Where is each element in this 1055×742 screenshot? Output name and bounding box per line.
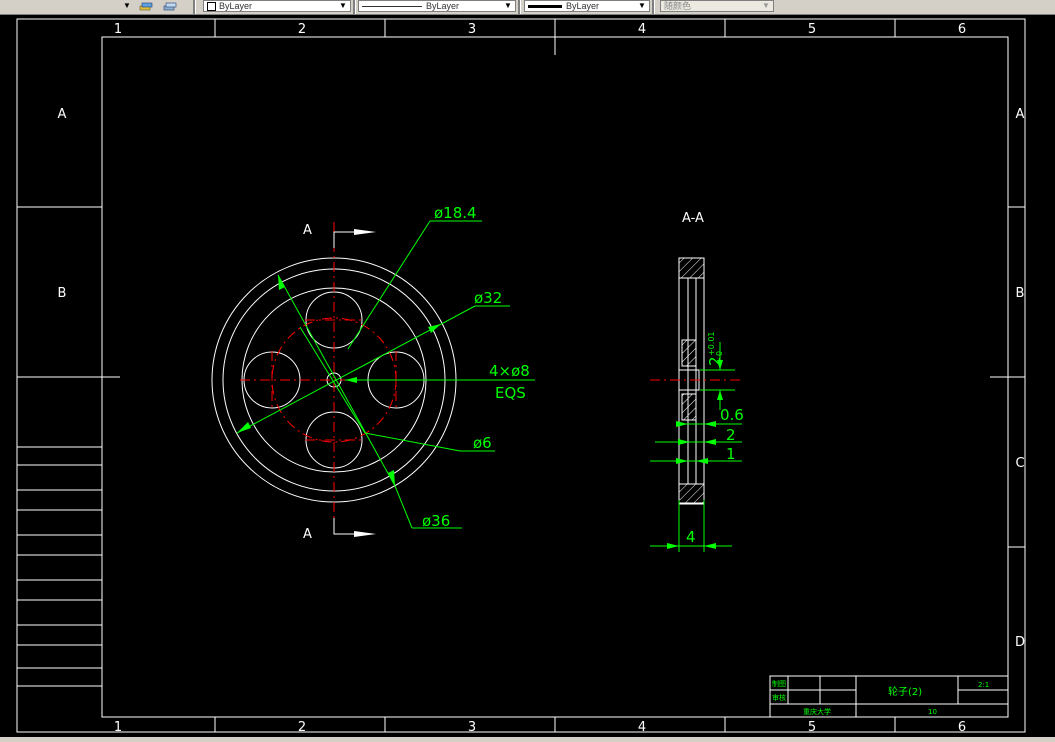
linetype-control-dropdown[interactable]: ByLayer (358, 0, 516, 12)
dim-text-tol-lower: 0 (715, 351, 724, 356)
color-value: ByLayer (219, 1, 253, 11)
col-label-bottom-2: 2 (298, 720, 306, 735)
linetype-preview (362, 6, 422, 8)
dim-text-d18: ø18.4 (434, 204, 477, 222)
status-strip (0, 737, 1055, 742)
toolbar-separator (652, 0, 655, 14)
layer-dropdown-arrow[interactable]: ▼ (121, 0, 133, 12)
section-mark-top: A (303, 223, 312, 238)
lineweight-value: ByLayer (566, 1, 600, 11)
lineweight-dropdown-arrow[interactable]: ▼ (636, 0, 648, 12)
color-swatch (207, 2, 216, 11)
col-label-bottom-6: 6 (958, 720, 966, 735)
layer-states-icon[interactable] (139, 1, 153, 12)
col-label-top-4: 4 (638, 22, 646, 37)
row-label-right-c: C (1015, 456, 1024, 471)
linetype-value: ByLayer (426, 1, 460, 11)
col-label-bottom-5: 5 (808, 720, 816, 735)
row-label-left-a: A (58, 107, 67, 122)
row-label-right-b: B (1016, 286, 1025, 301)
plotstyle-control-dropdown: 随颜色 (660, 0, 774, 12)
section-mark-bottom: A (303, 527, 312, 542)
layer-previous-icon[interactable] (163, 1, 177, 12)
title-label-check: 审核 (772, 693, 786, 702)
row-label-left-b: B (58, 286, 67, 301)
col-label-top-6: 6 (958, 22, 966, 37)
col-label-bottom-4: 4 (638, 720, 646, 735)
col-label-top-2: 2 (298, 22, 306, 37)
title-part-name: 轮子(2) (888, 685, 922, 698)
color-control-dropdown[interactable]: ByLayer (203, 0, 351, 12)
lineweight-control-dropdown[interactable]: ByLayer (524, 0, 650, 12)
dim-text-d6: ø6 (473, 434, 492, 452)
plotstyle-value: 随颜色 (664, 1, 692, 11)
dim-text-d36: ø36 (422, 512, 450, 530)
dim-text-eqs: EQS (495, 384, 526, 402)
dim-text-d32: ø32 (474, 289, 502, 307)
dim-text-1: 1 (726, 445, 736, 463)
toolbar-separator (193, 0, 196, 14)
col-label-top-5: 5 (808, 22, 816, 37)
color-dropdown-arrow[interactable]: ▼ (337, 0, 349, 12)
dim-text-06: 0.6 (720, 406, 744, 424)
linetype-dropdown-arrow[interactable]: ▼ (502, 0, 514, 12)
row-label-right-d: D (1015, 635, 1025, 650)
col-label-bottom-1: 1 (114, 720, 122, 735)
dim-text-2: 2 (726, 426, 736, 444)
title-label-drawn: 制图 (772, 679, 786, 688)
title-quantity: 10 (928, 708, 937, 716)
title-scale: 2:1 (978, 681, 989, 689)
dim-text-holes: 4×ø8 (489, 362, 530, 380)
title-school: 重庆大学 (803, 707, 831, 716)
lineweight-preview (528, 5, 562, 9)
drawing-canvas[interactable]: 1 2 3 4 5 6 1 2 3 4 5 6 A B A B C D ø18.… (0, 15, 1055, 742)
row-label-right-a: A (1016, 107, 1025, 122)
section-title: A-A (682, 211, 704, 226)
col-label-top-3: 3 (468, 22, 476, 37)
dim-text-4: 4 (686, 528, 696, 546)
toolbar-separator (518, 0, 521, 14)
col-label-top-1: 1 (114, 22, 122, 37)
col-label-bottom-3: 3 (468, 720, 476, 735)
dim-text-bore: 2 (706, 356, 724, 366)
properties-toolbar: ▼ ByLayer ▼ ByLayer ▼ ByLayer ▼ 随颜色 ▼ (0, 0, 1055, 15)
plotstyle-dropdown-arrow: ▼ (762, 1, 770, 10)
toolbar-separator (353, 0, 356, 14)
